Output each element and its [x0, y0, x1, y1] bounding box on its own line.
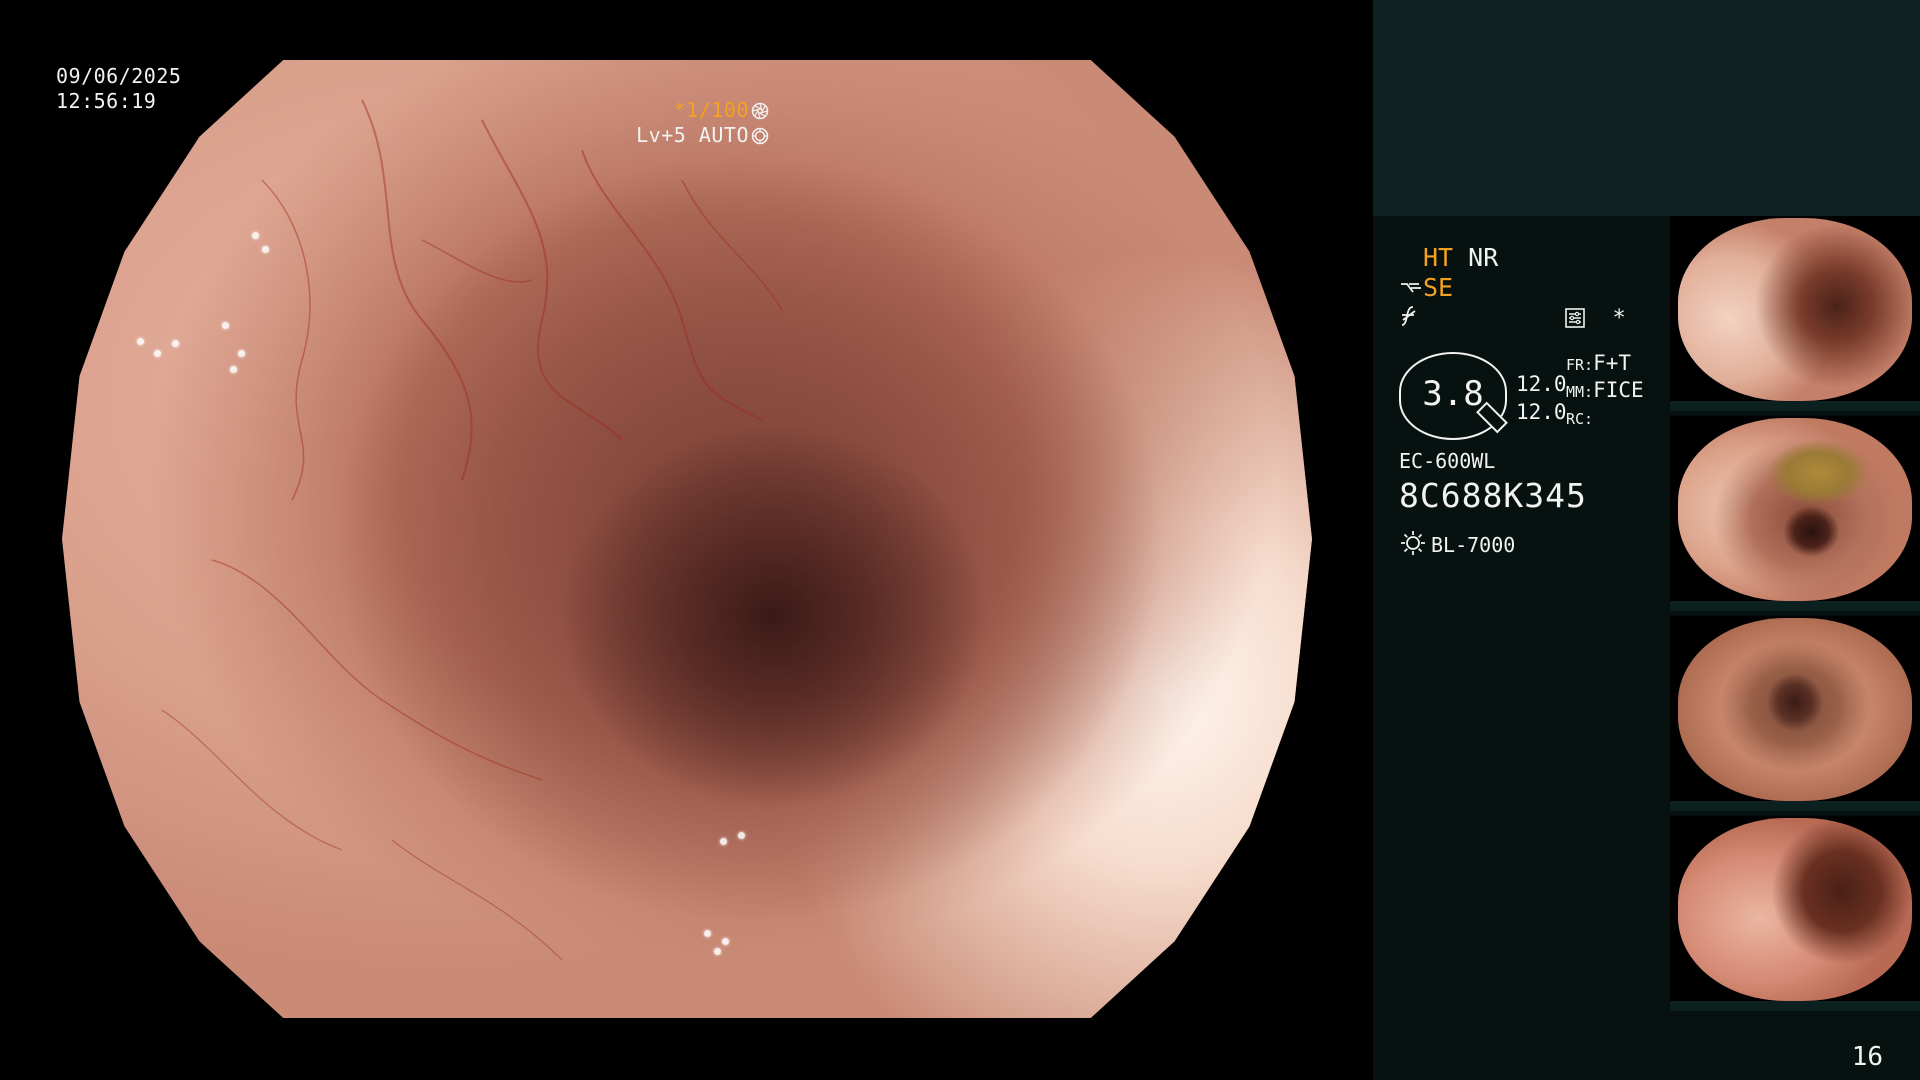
- vessel-pattern: [161, 99, 783, 961]
- bubble: [222, 322, 229, 329]
- bubble: [720, 838, 727, 845]
- fr-value: F+T: [1593, 351, 1632, 375]
- aperture-icon: [751, 102, 769, 120]
- mm-value: FICE: [1593, 378, 1644, 402]
- scope-model: EC-600WL: [1399, 449, 1496, 473]
- thumbnail-image: [1678, 418, 1912, 601]
- bubble: [137, 338, 144, 345]
- date-text: 09/06/2025: [56, 64, 182, 88]
- scope-serial: 8C688K345: [1399, 476, 1587, 515]
- thumbnail-image: [1678, 818, 1912, 1001]
- menu-status: *: [1564, 306, 1626, 331]
- bubble: [172, 340, 179, 347]
- value-bottom: 12.0: [1516, 400, 1567, 424]
- status-panel: HT NR SE * 3.8 12.0 12.0 FR:F+T MM:FICE …: [1373, 0, 1920, 1080]
- zoom-indicator: 3.8: [1399, 352, 1508, 440]
- exposure-readout: *1/100 Lv+5 AUTO: [636, 98, 769, 148]
- filter-status: [1399, 304, 1419, 333]
- endoscope-main-view: 09/06/2025 12:56:19 *1/100 Lv+5 AUTO: [0, 0, 1373, 1080]
- structure-enhancement-status: SE: [1399, 273, 1453, 302]
- nr-indicator: NR: [1468, 243, 1499, 272]
- page-number: 16: [1851, 1042, 1883, 1072]
- thumbnail-1[interactable]: [1670, 216, 1920, 411]
- panel-header-band: [1373, 0, 1920, 216]
- measurement-values: 12.0 12.0: [1516, 370, 1567, 426]
- light-source: BL-7000: [1399, 529, 1515, 557]
- asterisk-indicator: *: [1612, 306, 1626, 331]
- mm-label: MM:: [1566, 383, 1594, 401]
- thumbnail-2[interactable]: [1670, 416, 1920, 611]
- se-icon: [1401, 283, 1421, 293]
- fr-label: FR:: [1566, 356, 1594, 374]
- se-indicator: SE: [1423, 273, 1454, 302]
- datetime-readout: 09/06/2025 12:56:19: [56, 64, 181, 114]
- thumbnail-image: [1678, 618, 1912, 801]
- bubble: [262, 246, 269, 253]
- iris-icon: [751, 127, 769, 145]
- ht-indicator: HT: [1423, 243, 1454, 272]
- mode-labels: FR:F+T MM:FICE RC:: [1566, 351, 1644, 432]
- shutter-speed-text: *1/100: [673, 98, 749, 122]
- bubble: [154, 350, 161, 357]
- thumbnail-bar: [1670, 401, 1920, 411]
- bubble: [238, 350, 245, 357]
- bubble: [252, 232, 259, 239]
- light-source-model: BL-7000: [1431, 533, 1516, 557]
- light-source-icon: [1401, 531, 1425, 555]
- thumbnail-3[interactable]: [1670, 616, 1920, 811]
- bubble: [704, 930, 711, 937]
- rc-label: RC:: [1566, 410, 1594, 428]
- time-text: 12:56:19: [56, 89, 157, 113]
- thumbnail-bar: [1670, 801, 1920, 811]
- thumbnail-image: [1678, 218, 1912, 401]
- endoscope-image: [62, 60, 1312, 1018]
- bubble: [230, 366, 237, 373]
- value-top: 12.0: [1516, 372, 1567, 396]
- enhancement-status: HT NR: [1423, 243, 1498, 272]
- light-level-text: Lv+5 AUTO: [636, 123, 749, 147]
- bubble: [714, 948, 721, 955]
- thumbnail-bar: [1670, 1001, 1920, 1011]
- thumbnail-strip: [1670, 216, 1920, 1016]
- thumbnail-bar: [1670, 601, 1920, 611]
- thumbnail-4[interactable]: [1670, 816, 1920, 1011]
- filter-icon: [1401, 306, 1416, 326]
- bubble: [738, 832, 745, 839]
- bubble: [722, 938, 729, 945]
- settings-icon: [1565, 308, 1585, 328]
